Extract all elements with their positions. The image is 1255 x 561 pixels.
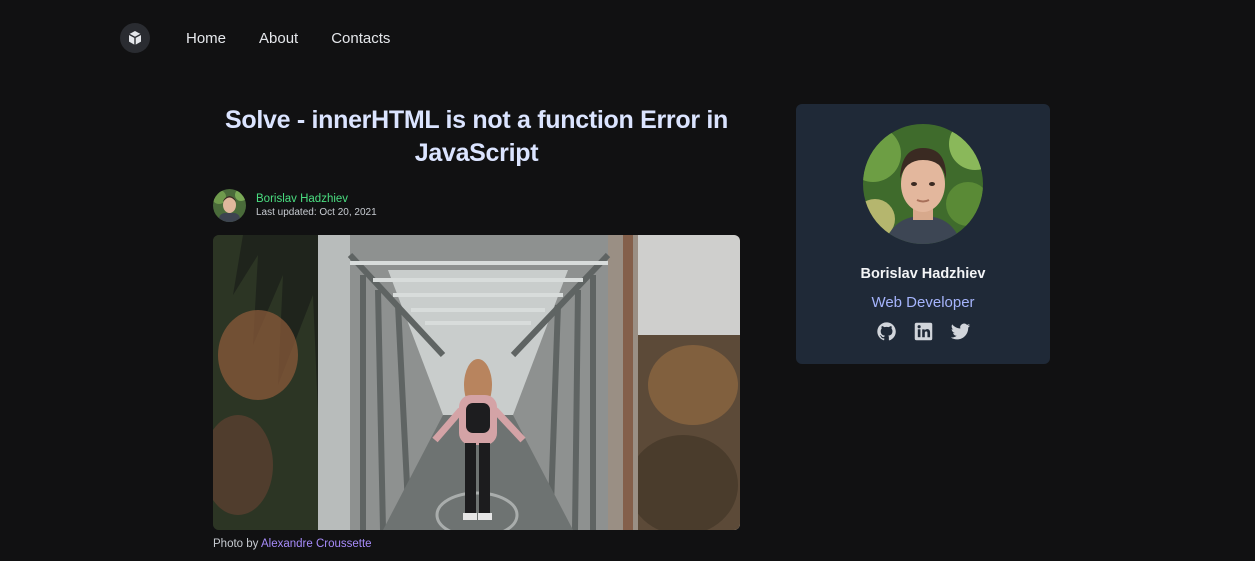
last-updated: Last updated: Oct 20, 2021 <box>256 207 377 218</box>
profile-card: Borislav Hadzhiev Web Developer <box>796 104 1050 364</box>
linkedin-icon[interactable] <box>913 321 934 342</box>
nav-link-about[interactable]: About <box>259 30 298 47</box>
twitter-icon[interactable] <box>950 321 971 342</box>
article: Solve - innerHTML is not a function Erro… <box>213 104 740 550</box>
article-title: Solve - innerHTML is not a function Erro… <box>224 106 729 167</box>
author-avatar <box>213 189 246 222</box>
author-name[interactable]: Borislav Hadzhiev <box>256 192 377 206</box>
photo-caption: Photo by Alexandre Croussette <box>213 538 740 550</box>
github-icon[interactable] <box>876 321 897 342</box>
profile-avatar <box>863 124 983 244</box>
social-links <box>876 321 971 342</box>
article-meta: Borislav Hadzhiev Last updated: Oct 20, … <box>213 189 740 222</box>
home-logo[interactable] <box>120 23 150 53</box>
nav-link-home[interactable]: Home <box>186 30 226 47</box>
photographer-link[interactable]: Alexandre Croussette <box>261 538 372 550</box>
top-nav: Home About Contacts <box>120 22 423 54</box>
nav-link-contacts[interactable]: Contacts <box>331 30 390 47</box>
hero-image <box>213 235 740 530</box>
cube-icon <box>128 31 142 45</box>
profile-role: Web Developer <box>871 294 975 311</box>
profile-name: Borislav Hadzhiev <box>860 266 986 282</box>
caption-prefix: Photo by <box>213 538 259 550</box>
